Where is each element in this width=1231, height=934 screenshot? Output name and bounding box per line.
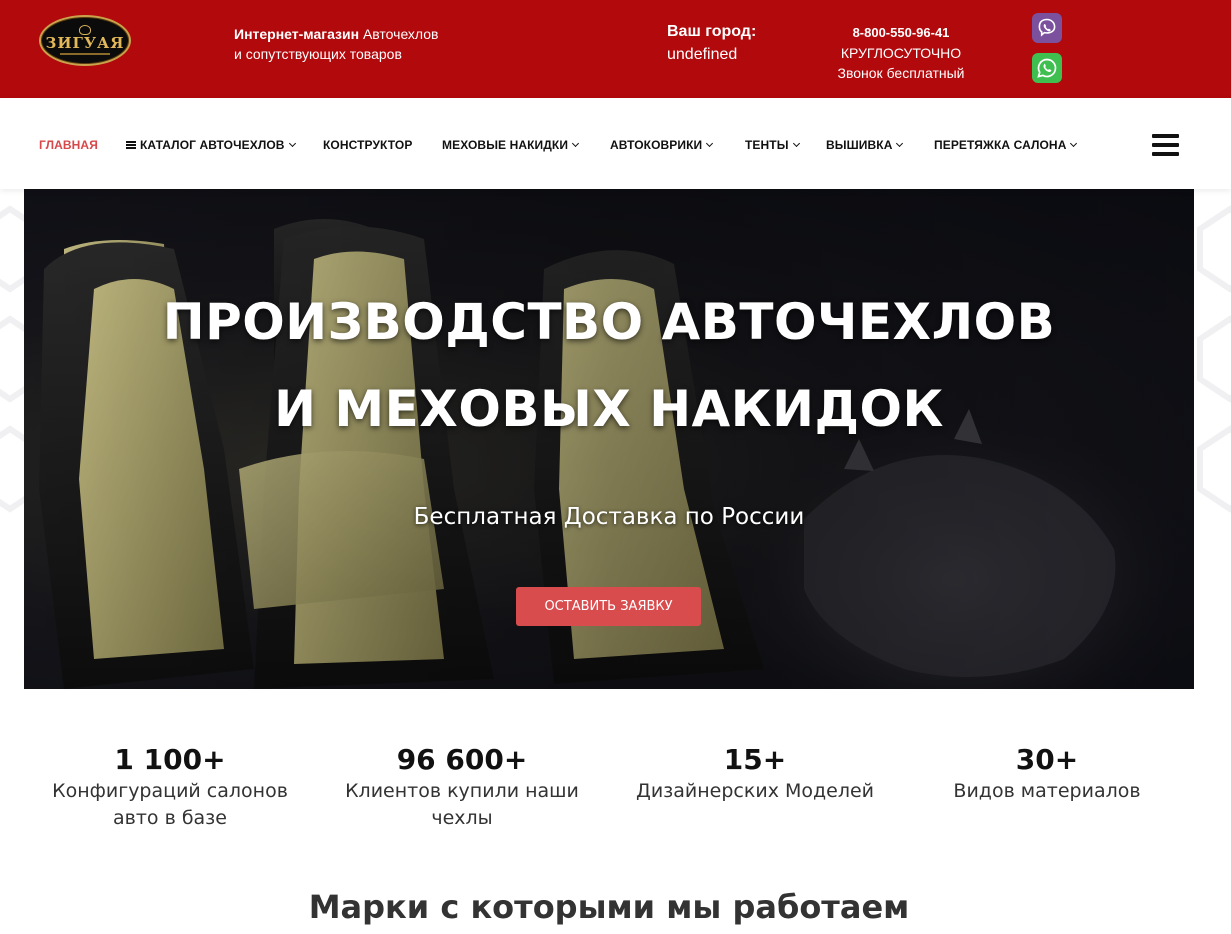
crown-icon [79, 24, 91, 35]
nav-label: АВТОКОВРИКИ [610, 138, 703, 152]
stat-materials: 30+ Видов материалов [917, 742, 1177, 805]
nav-item-constructor[interactable]: КОНСТРУКТОР [323, 138, 412, 152]
list-icon [126, 141, 136, 149]
nav-item-fur-capes[interactable]: МЕХОВЫЕ НАКИДКИ [442, 138, 580, 152]
nav-item-catalog[interactable]: КАТАЛОГ АВТОЧЕХЛОВ [126, 138, 296, 152]
stat-label: Видов материалов [953, 780, 1141, 802]
chevron-down-icon [706, 139, 714, 148]
logo[interactable]: ЗИГУАЯ [39, 15, 131, 66]
viber-icon[interactable] [1032, 13, 1062, 43]
leave-request-button[interactable]: ОСТАВИТЬ ЗАЯВКУ [516, 587, 701, 626]
hero-subtitle: Бесплатная Доставка по России [413, 504, 805, 530]
main-nav: ГЛАВНАЯ КАТАЛОГ АВТОЧЕХЛОВ КОНСТРУКТОР М… [0, 98, 1231, 189]
stat-label: Дизайнерских Моделей [635, 780, 875, 802]
logo-underline [60, 52, 110, 55]
logo-text: ЗИГУАЯ [45, 33, 125, 52]
stat-clients: 96 600+ Клиентов купили наши чехлы [332, 742, 592, 832]
stat-value: 96 600+ [396, 743, 528, 776]
chevron-down-icon [792, 139, 800, 148]
chevron-down-icon [572, 139, 580, 148]
nav-label: ПЕРЕТЯЖКА САЛОНА [934, 138, 1067, 152]
nav-label: МЕХОВЫЕ НАКИДКИ [442, 138, 569, 152]
tagline-line2: и сопутствующих товаров [234, 46, 402, 62]
stat-models: 15+ Дизайнерских Моделей [625, 742, 885, 805]
stat-configurations: 1 100+ Конфигураций салонов авто в базе [40, 742, 300, 832]
tagline-bold: Интернет-магазин [234, 26, 360, 42]
phone-note: Звонок бесплатный [837, 65, 965, 81]
nav-item-embroidery[interactable]: ВЫШИВКА [826, 138, 904, 152]
nav-label: КОНСТРУКТОР [323, 138, 413, 152]
hero-banner: ПРОИЗВОДСТВО АВТОЧЕХЛОВ И МЕХОВЫХ НАКИДО… [24, 189, 1194, 689]
nav-label: ГЛАВНАЯ [39, 138, 98, 152]
brands-section-title: Марки с которыми мы работаем [308, 888, 910, 926]
city-value[interactable]: undefined [667, 42, 756, 68]
tagline-rest: Авточехлов [359, 26, 439, 42]
stat-label: Клиентов купили наши чехлы [345, 780, 579, 829]
phone-number[interactable]: 8-800-550-96-41 [830, 23, 972, 43]
nav-item-awnings[interactable]: ТЕНТЫ [745, 138, 800, 152]
chevron-down-icon [896, 139, 904, 148]
stat-value: 1 100+ [114, 743, 226, 776]
hamburger-icon[interactable] [1152, 134, 1179, 156]
city-selector[interactable]: Ваш город: undefined [667, 22, 756, 68]
phone-block: 8-800-550-96-41 КРУГЛОСУТОЧНО Звонок бес… [830, 23, 972, 83]
nav-item-home[interactable]: ГЛАВНАЯ [39, 138, 98, 152]
city-label: Ваш город: [667, 23, 757, 40]
stat-value: 15+ [723, 743, 787, 776]
top-header: ЗИГУАЯ Интернет-магазин Авточехлов и соп… [0, 0, 1231, 98]
nav-label: КАТАЛОГ АВТОЧЕХЛОВ [140, 138, 285, 152]
chevron-down-icon [1070, 139, 1078, 148]
whatsapp-icon[interactable] [1032, 53, 1062, 83]
hero-title-line2: И МЕХОВЫХ НАКИДОК [274, 380, 944, 438]
phone-hours: КРУГЛОСУТОЧНО [840, 45, 962, 61]
stat-label: Конфигураций салонов авто в базе [52, 780, 288, 829]
nav-item-car-mats[interactable]: АВТОКОВРИКИ [610, 138, 714, 152]
chevron-down-icon [288, 139, 296, 148]
nav-label: ВЫШИВКА [826, 138, 893, 152]
stat-value: 30+ [1015, 743, 1079, 776]
nav-label: ТЕНТЫ [745, 138, 789, 152]
nav-item-upholstery[interactable]: ПЕРЕТЯЖКА САЛОНА [934, 138, 1078, 152]
hero-title-line1: ПРОИЗВОДСТВО АВТОЧЕХЛОВ [162, 293, 1056, 351]
tagline: Интернет-магазин Авточехлов и сопутствую… [234, 24, 438, 64]
